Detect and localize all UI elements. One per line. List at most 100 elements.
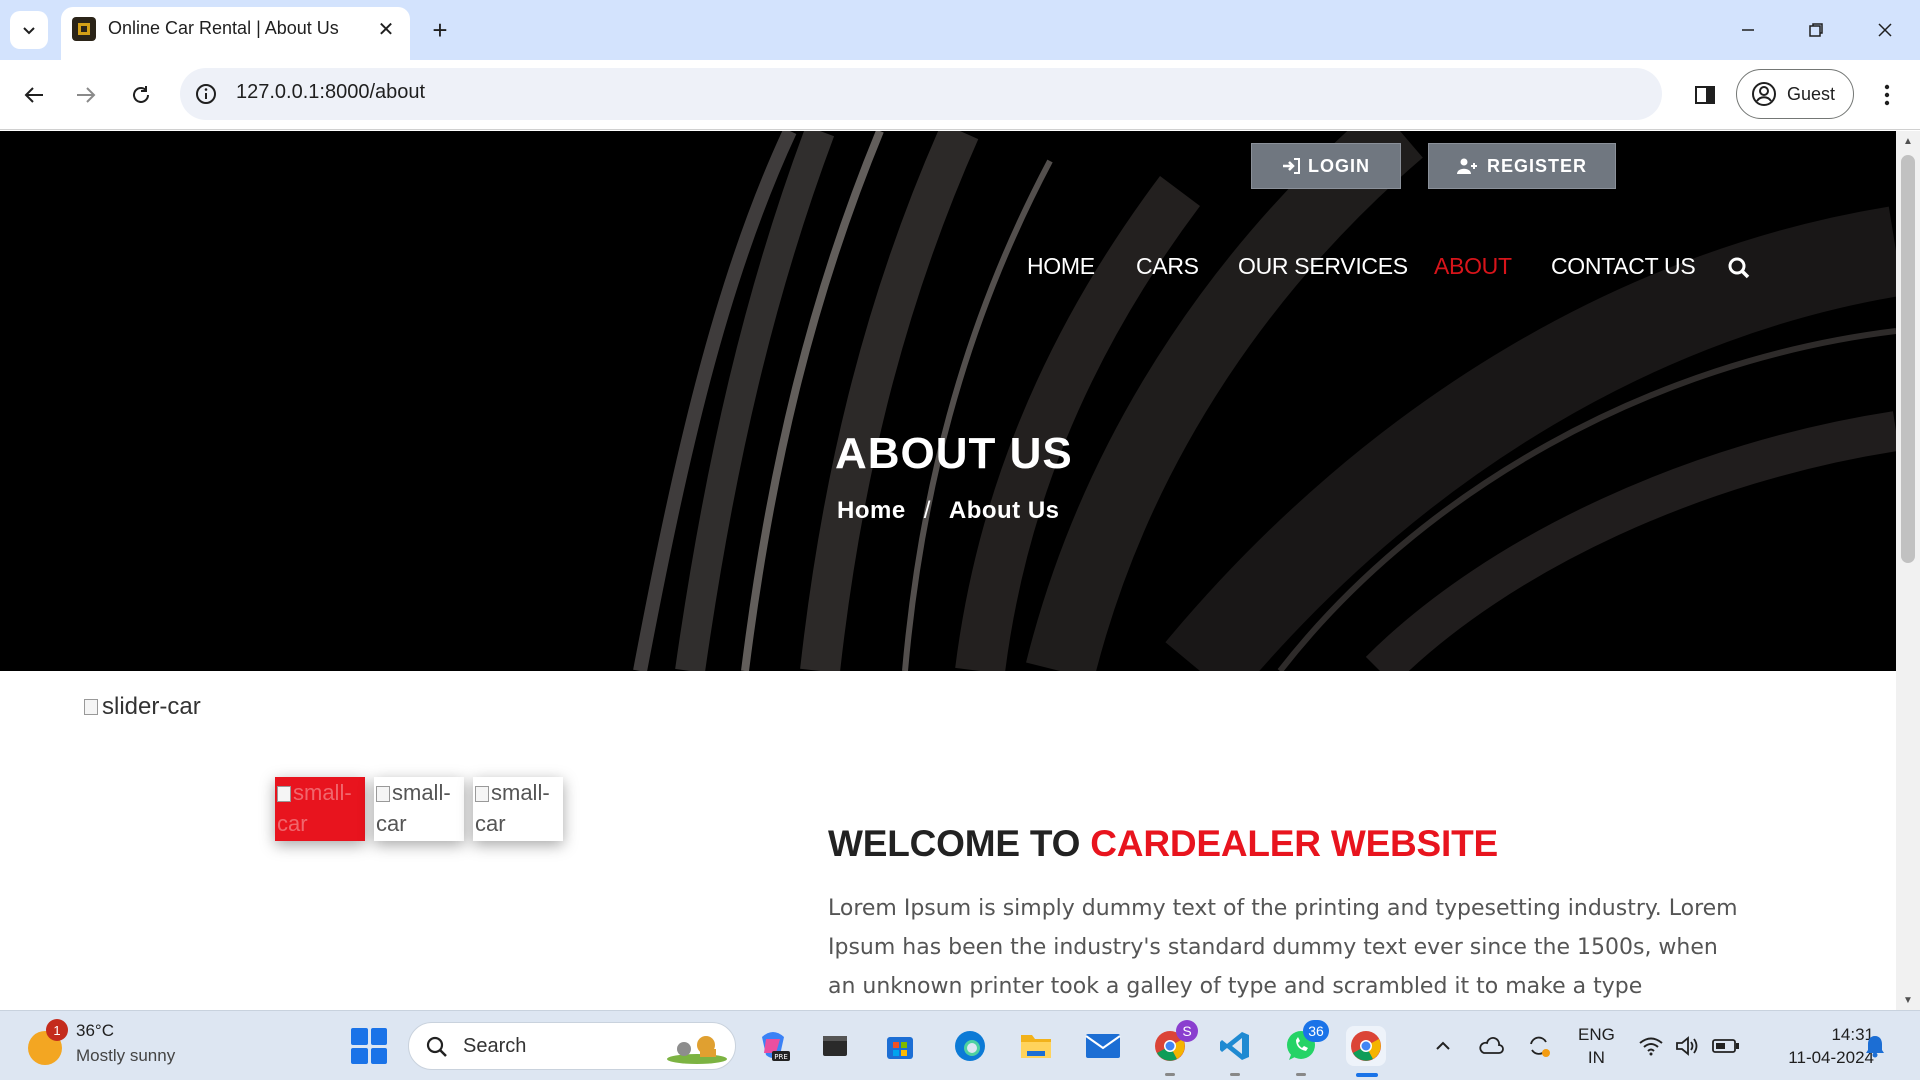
chevron-down-icon — [23, 27, 35, 35]
browser-toolbar: 127.0.0.1:8000/about Guest — [0, 60, 1920, 130]
side-panel-icon — [1695, 86, 1715, 104]
arrow-right-icon — [77, 87, 96, 103]
vscode-app-icon[interactable] — [1215, 1026, 1255, 1076]
volume-icon[interactable] — [1673, 1031, 1703, 1061]
clock-date: 11-04-2024 — [1788, 1048, 1874, 1067]
gallery-thumb-2[interactable]: small-car — [374, 777, 464, 841]
welcome-heading: WELCOME TO CARDEALER WEBSITE — [828, 823, 1498, 865]
search-icon[interactable] — [1726, 255, 1752, 281]
hero-background-image — [633, 131, 1896, 671]
onedrive-cloud-icon[interactable] — [1476, 1031, 1506, 1061]
nav-home[interactable]: HOME — [1027, 253, 1095, 280]
running-indicator — [1296, 1073, 1306, 1076]
scroll-down-arrow-icon[interactable]: ▼ — [1896, 990, 1920, 1010]
sign-in-icon — [1283, 158, 1300, 174]
system-clock[interactable]: 14:31 11-04-2024 — [1762, 1023, 1874, 1069]
start-button[interactable] — [351, 1028, 387, 1064]
wifi-icon[interactable] — [1636, 1031, 1666, 1061]
terminal-app-icon[interactable] — [815, 1026, 855, 1066]
edge-app-icon[interactable] — [950, 1026, 990, 1066]
weather-badge: 1 — [46, 1019, 68, 1041]
url-text: 127.0.0.1:8000/about — [236, 81, 426, 103]
broken-image-icon — [84, 699, 98, 715]
profile-button[interactable]: Guest — [1736, 69, 1854, 119]
taskbar-search[interactable]: Search — [408, 1022, 736, 1070]
whatsapp-app-icon[interactable]: 36 — [1281, 1020, 1329, 1076]
account-circle-icon — [1752, 82, 1776, 106]
reload-button[interactable] — [121, 75, 161, 115]
reload-icon — [133, 86, 149, 103]
browser-tab-strip: Online Car Rental | About Us ✕ + — [0, 0, 1920, 60]
search-placeholder: Search — [463, 1035, 527, 1057]
chrome-profile-app-icon[interactable]: S — [1150, 1020, 1198, 1076]
profile-label: Guest — [1787, 83, 1836, 104]
browser-menu-button[interactable] — [1867, 75, 1907, 115]
page-scrollbar[interactable]: ▲ ▼ — [1896, 131, 1920, 1010]
welcome-prefix: WELCOME TO — [828, 823, 1091, 864]
slider-car-image: slider-car — [84, 693, 201, 721]
sync-icon[interactable] — [1524, 1031, 1554, 1061]
search-highlight-art-icon — [667, 1036, 727, 1064]
register-button[interactable]: REGISTER — [1428, 143, 1616, 189]
chrome-app-icon[interactable] — [1346, 1026, 1386, 1077]
windows-taskbar: 1 36°C Mostly sunny Search PRE S 36 ENG … — [0, 1010, 1920, 1080]
active-tab[interactable]: Online Car Rental | About Us ✕ — [61, 7, 410, 60]
profile-badge: S — [1176, 1020, 1198, 1042]
lang-code: ENG — [1578, 1025, 1615, 1044]
new-tab-button[interactable]: + — [424, 14, 456, 46]
scroll-up-arrow-icon[interactable]: ▲ — [1896, 131, 1920, 151]
side-panel-button[interactable] — [1685, 75, 1725, 115]
notification-bell-icon[interactable] — [1862, 1033, 1888, 1059]
battery-icon[interactable] — [1711, 1031, 1741, 1061]
whatsapp-badge: 36 — [1303, 1020, 1329, 1042]
register-label: REGISTER — [1486, 155, 1587, 176]
slider-car-alt: slider-car — [102, 693, 201, 720]
weather-temperature[interactable]: 36°C — [76, 1021, 114, 1041]
close-window-button[interactable] — [1865, 10, 1905, 50]
show-hidden-icons-chevron-up-icon[interactable] — [1428, 1031, 1458, 1061]
file-explorer-app-icon[interactable] — [1016, 1026, 1056, 1066]
gallery-thumb-1[interactable]: small-car — [275, 777, 365, 841]
close-tab-icon[interactable]: ✕ — [372, 15, 400, 43]
welcome-highlight: CARDEALER WEBSITE — [1090, 823, 1499, 864]
nav-our-services[interactable]: OUR SERVICES — [1238, 253, 1408, 280]
weather-description[interactable]: Mostly sunny — [76, 1046, 175, 1066]
page-viewport: LOGIN REGISTER HOME CARS OUR SERVICES AB… — [0, 131, 1896, 1010]
svg-text:PRE: PRE — [774, 1053, 788, 1061]
input-language-indicator[interactable]: ENG IN — [1578, 1023, 1615, 1069]
scroll-thumb[interactable] — [1901, 155, 1915, 563]
forward-button[interactable] — [66, 75, 106, 115]
login-label: LOGIN — [1308, 155, 1370, 176]
address-bar[interactable]: 127.0.0.1:8000/about — [180, 68, 1662, 120]
tab-title: Online Car Rental | About Us — [108, 18, 339, 38]
tab-search-button[interactable] — [10, 11, 48, 49]
running-indicator — [1165, 1073, 1175, 1076]
nav-about[interactable]: ABOUT — [1434, 253, 1512, 280]
minimize-icon — [1742, 29, 1754, 31]
nav-contact-us[interactable]: CONTACT US — [1551, 253, 1696, 280]
page-title: ABOUT US — [835, 429, 1073, 478]
breadcrumb-home[interactable]: Home — [837, 497, 906, 525]
running-indicator — [1230, 1073, 1240, 1076]
welcome-paragraph: Lorem Ipsum is simply dummy text of the … — [828, 896, 1738, 999]
minimize-button[interactable] — [1728, 10, 1768, 50]
gallery-thumb-3[interactable]: small-car — [473, 777, 563, 841]
broken-image-icon — [277, 786, 291, 802]
clock-time: 14:31 — [1831, 1025, 1874, 1044]
copilot-app-icon[interactable]: PRE — [753, 1026, 793, 1066]
microsoft-store-app-icon[interactable] — [880, 1026, 920, 1066]
nav-cars[interactable]: CARS — [1136, 253, 1199, 280]
lang-region: IN — [1587, 1048, 1605, 1067]
search-icon — [426, 1036, 447, 1057]
broken-image-icon — [475, 786, 489, 802]
more-vertical-icon — [1884, 84, 1890, 106]
mail-app-icon[interactable] — [1083, 1026, 1123, 1066]
close-icon — [1878, 23, 1892, 37]
restore-button[interactable] — [1796, 10, 1836, 50]
breadcrumb-separator: / — [923, 497, 931, 524]
login-button[interactable]: LOGIN — [1251, 143, 1401, 189]
back-button[interactable] — [14, 75, 54, 115]
info-icon[interactable] — [194, 82, 218, 106]
restore-icon — [1809, 23, 1823, 37]
broken-image-icon — [376, 786, 390, 802]
